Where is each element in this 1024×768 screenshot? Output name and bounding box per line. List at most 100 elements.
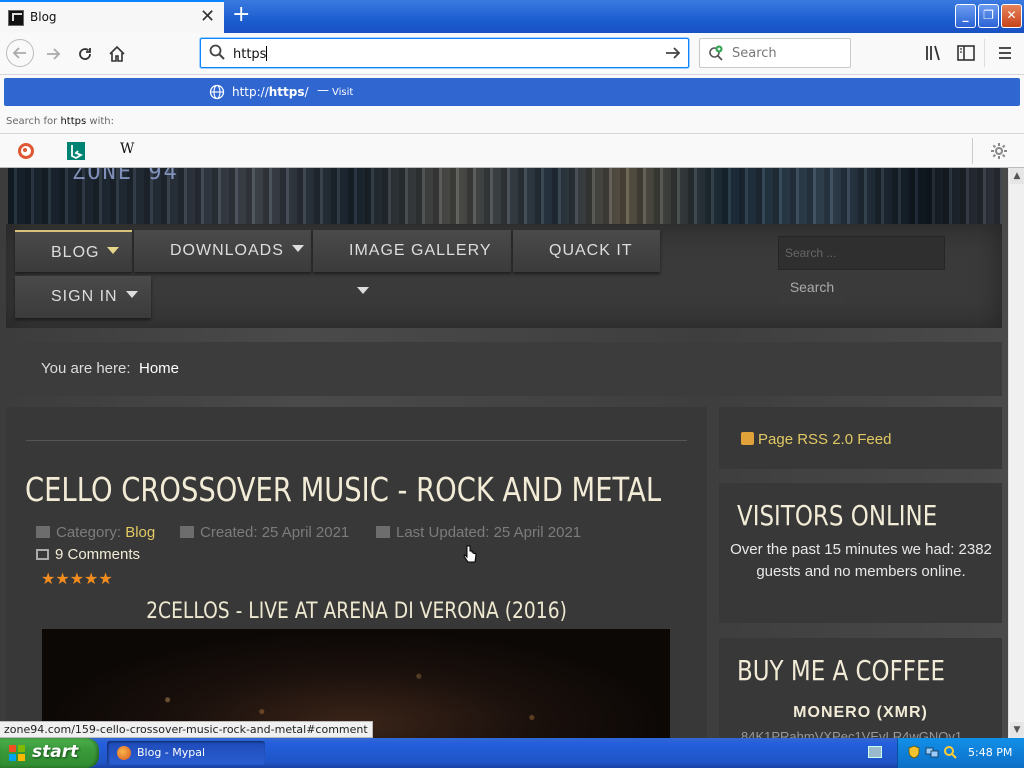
caret-down-icon [107,247,120,254]
menu-label: DOWNLOADS [170,242,284,259]
site-banner: ZONE 94 [8,168,1002,224]
menu-item-downloads[interactable]: DOWNLOADS [134,230,311,272]
coffee-title: BUY ME A COFFEE [737,654,946,687]
menu-label: QUACK IT [549,242,633,259]
hamburger-menu-icon[interactable] [993,41,1017,65]
go-arrow-icon[interactable] [664,44,682,62]
menu-label: SIGN IN [51,288,118,305]
breadcrumb: You are here: Home [6,342,1002,396]
engine-duckduckgo[interactable] [6,140,46,162]
search-bar[interactable]: Search [699,38,851,68]
back-button[interactable] [6,39,34,67]
monero-label: MONERO (XMR) [793,704,928,721]
category-link[interactable]: Blog [125,524,155,541]
created-date: Created: 25 April 2021 [200,524,350,541]
autocomplete-result-visit[interactable]: http://https/ — Visit [4,78,1020,106]
search-engine-icon [709,45,723,61]
home-button[interactable] [104,41,130,67]
forward-button[interactable] [40,41,66,67]
engine-divider [972,138,973,164]
site-logo[interactable]: ZONE 94 [72,168,179,185]
restore-button[interactable]: ❐ [978,4,999,28]
category-label: Category: [56,524,122,541]
gear-icon[interactable] [990,142,1008,160]
arrow-right-icon [47,48,61,60]
breadcrumb-home-link[interactable]: Home [139,360,179,377]
taskbar-item-browser[interactable]: Blog - Mypal [107,741,265,765]
search-tray-icon[interactable] [943,745,957,759]
bing-icon [67,142,85,160]
network-icon[interactable] [925,745,939,759]
globe-icon [209,84,225,100]
rss-icon [741,432,754,445]
engine-bing[interactable] [56,140,96,162]
home-icon [109,45,125,62]
tab-blog[interactable]: Blog ✕ [0,0,224,33]
scroll-down-icon[interactable]: ▼ [1010,722,1024,738]
caret-down-icon [291,245,304,252]
menu-item-blog[interactable]: BLOG [15,230,132,272]
tab-close-icon[interactable]: ✕ [200,6,215,28]
tab-title: Blog [30,10,57,24]
sidebar-icon[interactable] [954,41,978,65]
star-rating[interactable]: ★★★★★ [41,569,113,589]
article-created: Created: 25 April 2021 [180,524,349,541]
engine-wikipedia[interactable]: W [108,140,148,162]
system-tray: 5:48 PM [897,738,1024,768]
library-icon[interactable] [922,41,946,65]
address-bar[interactable]: https [200,38,689,68]
duckduckgo-icon [18,143,34,159]
article: CELLO CROSSOVER MUSIC - ROCK AND METAL C… [6,407,707,738]
breadcrumb-label: You are here: [41,360,131,377]
page-scrollbar[interactable]: ▲ ▼ [1008,168,1024,738]
reload-icon [79,48,91,60]
windows-logo-icon [9,745,25,761]
start-label: start [32,742,79,762]
article-title[interactable]: CELLO CROSSOVER MUSIC - ROCK AND METAL [25,470,661,509]
caret-down-icon [125,291,138,298]
search-with-label: Search for https with: [6,116,114,127]
menu-label: BLOG [51,244,100,261]
status-url: zone94.com/159-cello-crossover-music-roc… [0,721,373,738]
buy-me-a-coffee-box: BUY ME A COFFEE MONERO (XMR) 84K1PRahmVX… [719,638,1002,738]
shield-icon[interactable] [907,745,921,759]
close-window-button[interactable]: ✕ [1001,4,1022,28]
monero-address[interactable]: 84K1PRahmVXPec1VEvLR4wGNQv1 [741,729,962,738]
divider [26,440,687,441]
rss-link[interactable]: Page RSS 2.0 Feed [741,431,891,448]
hand-cursor-icon [463,545,477,563]
reload-button[interactable] [72,41,98,67]
taskbar-item-label: Blog - Mypal [137,746,206,759]
minimize-button[interactable]: _ [955,4,976,28]
menu-item-image-gallery[interactable]: IMAGE GALLERY [313,230,511,294]
navigation-toolbar: https Search [0,33,1024,75]
site-search-button[interactable]: Search [778,270,846,304]
new-tab-button[interactable]: + [232,2,250,28]
article-category: Category: Blog [36,524,155,541]
autocomplete-separator: — [317,83,329,97]
menu-item-quack-it[interactable]: QUACK IT [513,230,660,272]
search-icon [209,44,225,60]
comment-icon [36,549,49,560]
tab-strip: Blog ✕ + _ ❐ ✕ [0,0,1024,33]
clock: 5:48 PM [968,746,1013,759]
start-button[interactable]: start [0,738,99,768]
rss-label: Page RSS 2.0 Feed [758,431,892,448]
keyboard-icon[interactable] [868,746,882,758]
comments-link[interactable]: 9 Comments [36,546,140,563]
autocomplete-url: http://https/ [232,85,309,99]
one-off-search-engines: W [0,133,1024,168]
mypal-icon [117,746,131,760]
site-search-placeholder: Search ... [785,246,837,260]
site-search-input[interactable]: Search ... [778,236,945,270]
scroll-up-icon[interactable]: ▲ [1010,168,1024,184]
autocomplete-popup: http://https/ — Visit Search for https w… [0,75,1024,168]
menu-item-sign-in[interactable]: SIGN IN [15,276,151,318]
site-favicon-icon [8,10,24,26]
address-input[interactable]: https [233,46,268,62]
rss-box: Page RSS 2.0 Feed [719,407,1002,469]
updated-date: Last Updated: 25 April 2021 [396,524,582,541]
web-page: ZONE 94 BLOG DOWNLOADS IMAGE GALLERY QUA… [0,168,1008,738]
autocomplete-action: Visit [332,87,354,98]
wikipedia-icon: W [120,141,135,157]
